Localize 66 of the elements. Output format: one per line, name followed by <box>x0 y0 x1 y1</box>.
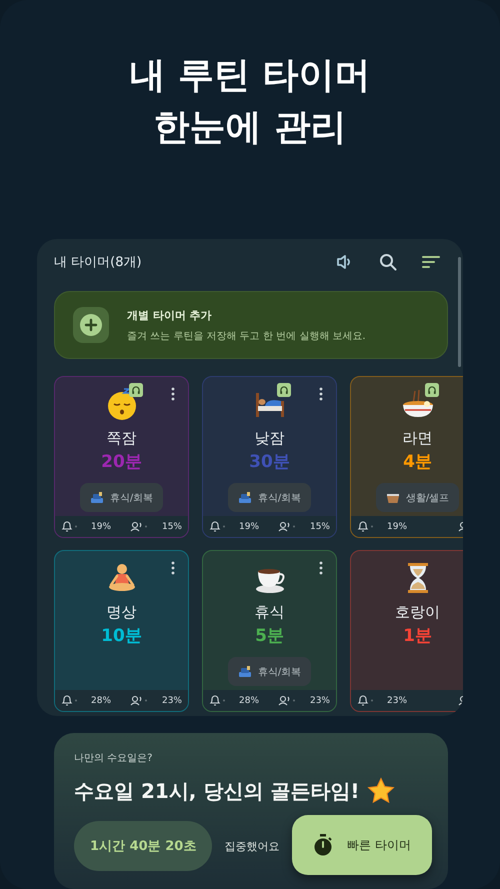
voice-icon <box>130 521 150 532</box>
alarm-volume: 28% <box>239 696 260 706</box>
insight-headline: 수요일 21시, 당신의 골든타임! <box>74 778 360 804</box>
timer-card[interactable]: 호랑이 1분 23% <box>350 550 463 712</box>
star-icon <box>367 777 396 805</box>
category-label: 휴식/회복 <box>258 492 302 504</box>
sofa-icon <box>238 666 252 678</box>
panel-title: 내 타이머(8개) <box>54 254 142 271</box>
bell-icon <box>61 695 79 706</box>
timer-name: 호랑이 <box>395 603 440 622</box>
voice-volume: 15% <box>310 522 330 532</box>
add-icon <box>73 307 109 343</box>
scrollbar[interactable] <box>458 257 461 367</box>
stopwatch-icon <box>313 834 334 856</box>
timer-card[interactable]: 라면 4분 생활/셀프 19% <box>350 376 463 538</box>
voice-volume: 15% <box>162 522 182 532</box>
more-icon[interactable] <box>171 387 175 401</box>
more-icon[interactable] <box>319 561 323 575</box>
sofa-icon <box>90 492 104 504</box>
sofa-icon <box>238 492 252 504</box>
timer-card[interactable]: 휴식 5분 휴식/회복 28% 23% <box>202 550 337 712</box>
voice-icon <box>278 695 298 706</box>
basket-icon <box>386 492 400 504</box>
more-icon[interactable] <box>319 387 323 401</box>
bell-icon <box>357 695 375 706</box>
category-label: 생활/셀프 <box>406 492 450 504</box>
more-icon[interactable] <box>171 561 175 575</box>
alarm-volume: 28% <box>91 696 112 706</box>
insight-question: 나만의 수요일은? <box>74 752 154 765</box>
category-label: 휴식/회복 <box>258 666 302 678</box>
timer-name: 명상 <box>106 603 136 622</box>
bell-icon <box>357 521 375 532</box>
bell-icon <box>61 521 79 532</box>
timer-card[interactable]: 명상 10분 28% 23% <box>54 550 189 712</box>
timer-name: 낮잠 <box>254 429 284 448</box>
timer-card[interactable]: 낮잠 30분 휴식/회복 19% 15% <box>202 376 337 538</box>
banner-description: 즐겨 쓰는 루틴을 저장해 두고 한 번에 실행해 보세요. <box>127 330 366 342</box>
timer-duration: 10분 <box>101 625 142 647</box>
voice-icon <box>278 521 298 532</box>
sort-icon[interactable] <box>421 254 441 270</box>
timer-duration: 4분 <box>403 451 432 473</box>
timer-name: 쪽잠 <box>106 429 136 448</box>
timer-duration: 5분 <box>255 625 284 647</box>
bell-icon <box>209 521 227 532</box>
focus-label: 집중했어요 <box>224 838 280 854</box>
timer-name: 라면 <box>402 429 432 448</box>
focus-time: 1시간 40분 20초 <box>74 821 212 871</box>
alarm-volume: 19% <box>91 522 112 532</box>
add-timer-banner[interactable]: 개별 타이머 추가 즐겨 쓰는 루틴을 저장해 두고 한 번에 실행해 보세요. <box>54 291 448 359</box>
banner-title: 개별 타이머 추가 <box>127 308 213 322</box>
alarm-volume: 19% <box>239 522 260 532</box>
bell-icon <box>209 695 227 706</box>
alarm-volume: 19% <box>387 522 408 532</box>
timer-duration: 30분 <box>249 451 290 473</box>
timer-duration: 20분 <box>101 451 142 473</box>
quick-timer-button[interactable]: 빠른 타이머 <box>292 815 432 875</box>
timer-card[interactable]: 쪽잠 20분 휴식/회복 19% 15% <box>54 376 189 538</box>
voice-volume: 23% <box>162 696 182 706</box>
search-icon[interactable] <box>378 252 398 272</box>
category-label: 휴식/회복 <box>110 492 154 504</box>
timer-name: 휴식 <box>254 603 284 622</box>
voice-icon <box>130 695 150 706</box>
alarm-volume: 23% <box>387 696 408 706</box>
voice-volume: 23% <box>310 696 330 706</box>
headline: 내 루틴 타이머 한눈에 관리 <box>129 54 371 150</box>
timer-duration: 1분 <box>403 625 432 647</box>
